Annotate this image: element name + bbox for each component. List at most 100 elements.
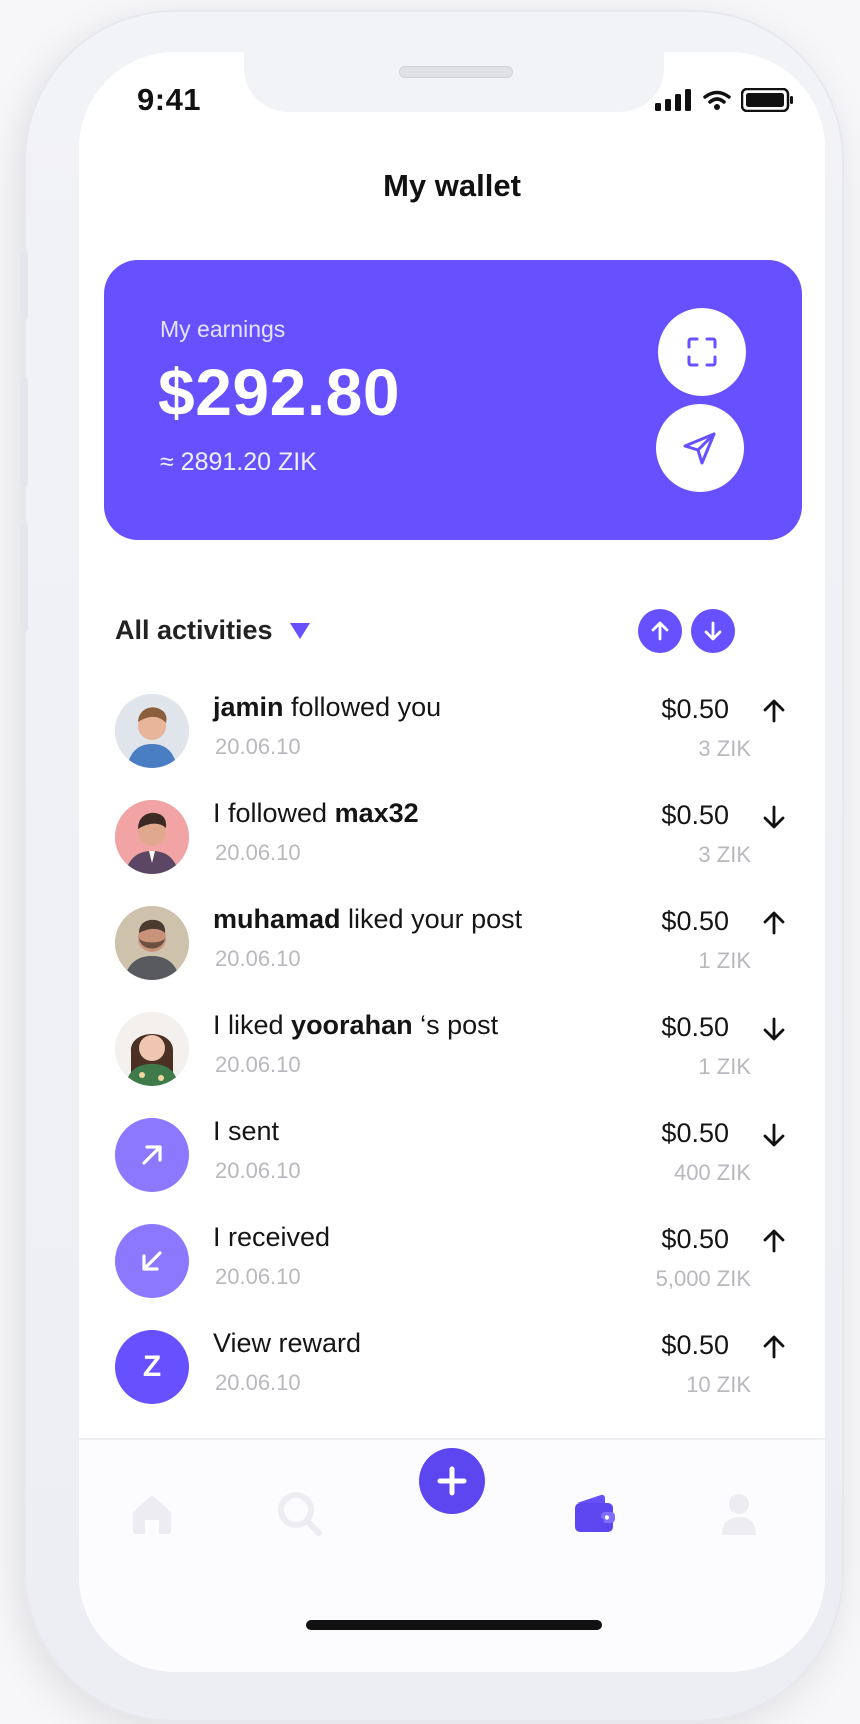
status-icons xyxy=(655,88,795,112)
activity-row[interactable]: I followed max32 20.06.10 $0.50 3 ZIK xyxy=(79,798,825,904)
send-button[interactable] xyxy=(656,404,744,492)
activity-date: 20.06.10 xyxy=(215,840,301,865)
notch xyxy=(244,52,664,112)
activity-amount: $0.50 xyxy=(661,906,729,936)
avatar xyxy=(115,694,189,768)
activity-token: 3 ZIK xyxy=(698,736,751,761)
nav-search[interactable] xyxy=(254,1468,346,1560)
activity-description: I received xyxy=(213,1222,331,1252)
activity-token: 5,000 ZIK xyxy=(655,1266,751,1291)
activity-date: 20.06.10 xyxy=(215,1264,301,1289)
arrow-down-icon xyxy=(704,621,722,641)
activity-token: 1 ZIK xyxy=(698,1054,751,1079)
activity-description: I followed max32 xyxy=(213,798,419,829)
wallet-icon xyxy=(575,1494,615,1532)
arrow-down-icon xyxy=(759,1014,789,1044)
triangle-down-icon xyxy=(289,622,310,639)
activities-filter-label: All activities xyxy=(115,615,273,645)
received-avatar xyxy=(115,1224,189,1298)
reward-letter: Z xyxy=(142,1350,162,1383)
speaker xyxy=(399,66,513,78)
activity-description: I sent xyxy=(213,1116,280,1146)
activity-row[interactable]: Z View reward 20.06.10 $0.50 10 ZIK xyxy=(79,1328,825,1434)
arrow-up-right-icon xyxy=(142,1145,162,1165)
arrow-down-icon xyxy=(759,1120,789,1150)
search-icon xyxy=(278,1492,322,1536)
activity-description: muhamad liked your post xyxy=(213,904,522,935)
activity-token: 1 ZIK xyxy=(698,948,751,973)
home-indicator[interactable] xyxy=(306,1620,602,1630)
activity-row[interactable]: I received 20.06.10 $0.50 5,000 ZIK xyxy=(79,1222,825,1328)
profile-photo-icon xyxy=(115,906,189,980)
activity-row[interactable]: I liked yoorahan ‘s post 20.06.10 $0.50 … xyxy=(79,1010,825,1116)
nav-add-button[interactable] xyxy=(419,1448,485,1514)
activity-date: 20.06.10 xyxy=(215,946,301,971)
activity-action-suffix: ‘s post xyxy=(412,1010,499,1040)
scan-icon xyxy=(687,337,717,367)
earnings-token-equivalent: ≈ 2891.20 ZIK xyxy=(160,448,317,476)
arrow-up-icon xyxy=(651,621,669,641)
nav-profile[interactable] xyxy=(693,1468,785,1560)
page-title: My wallet xyxy=(383,168,521,203)
activity-user: jamin xyxy=(213,692,284,722)
activity-row[interactable]: muhamad liked your post 20.06.10 $0.50 1… xyxy=(79,904,825,1010)
activity-action: I liked xyxy=(213,1010,292,1040)
volume-up-button xyxy=(20,377,28,487)
avatar xyxy=(115,1012,189,1086)
status-time: 9:41 xyxy=(137,82,202,117)
arrow-down-icon xyxy=(759,802,789,832)
battery-icon xyxy=(741,88,793,112)
activity-description: View reward xyxy=(213,1328,362,1358)
activity-amount: $0.50 xyxy=(661,1330,729,1360)
nav-wallet[interactable] xyxy=(549,1468,641,1560)
activity-row[interactable]: I sent 20.06.10 $0.50 400 ZIK xyxy=(79,1116,825,1222)
silent-switch xyxy=(20,250,28,320)
arrow-up-icon xyxy=(759,908,789,938)
sort-up-button[interactable] xyxy=(638,609,682,653)
sent-avatar xyxy=(115,1118,189,1192)
activity-user: muhamad xyxy=(213,904,341,934)
activity-action: followed you xyxy=(283,692,442,722)
plus-icon xyxy=(437,1466,467,1496)
activity-list: jamin followed you 20.06.10 $0.50 3 ZIK … xyxy=(79,692,825,1434)
activity-user: yoorahan xyxy=(291,1010,413,1040)
activity-token: 400 ZIK xyxy=(673,1160,751,1185)
avatar xyxy=(115,906,189,980)
arrow-up-icon xyxy=(759,1332,789,1362)
activity-description: I liked yoorahan ‘s post xyxy=(213,1010,498,1041)
nav-active-indicator xyxy=(586,1518,604,1524)
nav-home[interactable] xyxy=(106,1468,198,1560)
earnings-label: My earnings xyxy=(160,316,286,342)
earnings-card: My earnings $292.80 ≈ 2891.20 ZIK xyxy=(104,260,802,540)
profile-photo-icon xyxy=(115,800,189,874)
arrow-down-left-icon xyxy=(142,1251,162,1271)
activity-date: 20.06.10 xyxy=(215,1370,301,1395)
activity-amount: $0.50 xyxy=(661,694,729,724)
volume-down-button xyxy=(20,522,28,632)
activity-action: liked your post xyxy=(340,904,523,934)
activity-description: jamin followed you xyxy=(213,692,441,723)
activity-date: 20.06.10 xyxy=(215,1158,301,1183)
phone-screen: 9:41 My wallet My earnings $292.80 ≈ 289… xyxy=(79,52,825,1672)
activity-date: 20.06.10 xyxy=(215,734,301,759)
activity-token: 3 ZIK xyxy=(698,842,751,867)
home-icon xyxy=(133,1495,171,1534)
sort-down-button[interactable] xyxy=(691,609,735,653)
bottom-navigation xyxy=(79,1438,825,1672)
avatar xyxy=(115,800,189,874)
activities-filter[interactable]: All activities xyxy=(115,615,311,646)
reward-avatar: Z xyxy=(115,1330,189,1404)
profile-photo-icon xyxy=(115,694,189,768)
activity-amount: $0.50 xyxy=(661,1224,729,1254)
earnings-amount: $292.80 xyxy=(158,355,401,429)
arrow-up-icon xyxy=(759,1226,789,1256)
send-icon xyxy=(683,432,716,465)
activity-action: I followed xyxy=(213,798,335,828)
profile-photo-icon xyxy=(115,1012,189,1086)
arrow-up-icon xyxy=(759,696,789,726)
activity-row[interactable]: jamin followed you 20.06.10 $0.50 3 ZIK xyxy=(79,692,825,798)
profile-icon xyxy=(722,1494,756,1535)
scan-button[interactable] xyxy=(658,308,746,396)
activity-user: max32 xyxy=(334,798,419,828)
activity-date: 20.06.10 xyxy=(215,1052,301,1077)
